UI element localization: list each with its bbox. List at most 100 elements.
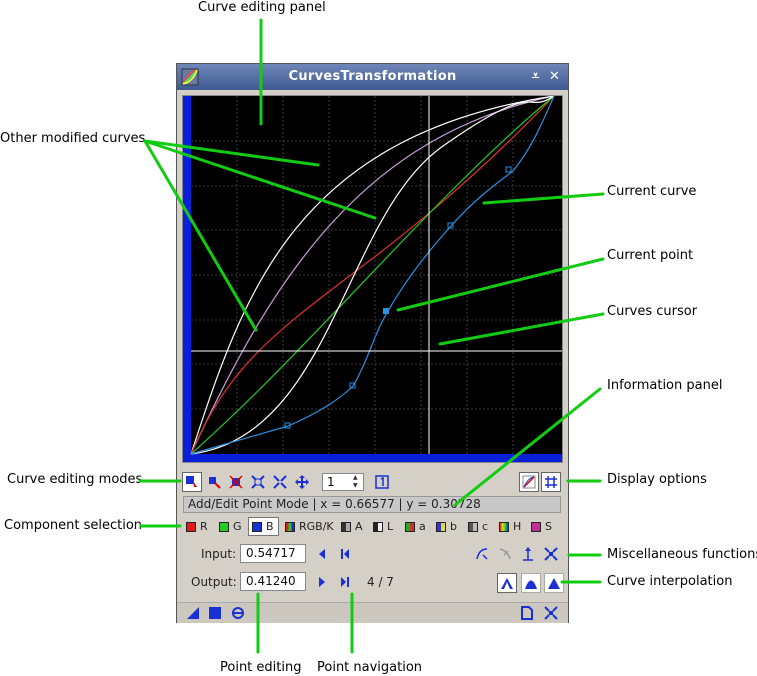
component-label: S [545,520,552,533]
annotation-current-curve: Current curve [607,184,697,199]
swatch-b-lower [436,521,446,532]
curve-point[interactable] [505,166,512,173]
show-grid-button[interactable] [541,472,561,492]
zoom-out-icon [273,475,287,489]
interpolation-cubic-button[interactable] [521,573,541,593]
reverse-curve-icon [476,548,488,560]
real-time-preview-button[interactable] [230,605,246,621]
component-l[interactable]: L [370,517,393,536]
annotation-miscellaneous-functions: Miscellaneous functions [607,547,757,562]
shade-button[interactable]: ⩡ [527,68,544,85]
grid [191,96,562,454]
next-point-button[interactable] [314,574,330,590]
invert-curve-button[interactable] [497,546,513,562]
close-button[interactable]: ✕ [546,68,563,85]
swatch-h [499,521,509,532]
input-value-field[interactable]: 0.54717 [240,544,306,563]
annotation-point-editing: Point editing [220,660,302,675]
annotation-information-panel: Information panel [607,378,723,393]
reset-curve-icon [544,547,558,561]
component-g[interactable]: G [216,517,242,536]
curves-canvas[interactable] [183,95,562,462]
first-point-button[interactable] [337,546,353,562]
component-selection: R G B RGB/K A L a b c H S [183,517,563,537]
edit-instance-button[interactable] [519,605,535,621]
swatch-g [219,521,229,532]
component-label: A [355,520,363,533]
component-s[interactable]: S [528,517,552,536]
swatch-l [373,521,383,532]
swatch-rgbk [285,521,295,532]
last-point-icon [341,577,349,587]
component-b[interactable]: B [248,517,279,536]
add-edit-point-button[interactable] [182,472,202,492]
curves-transformation-window: CurvesTransformation ⩡ ✕ 1 ▲ ▼ Add/Edit … [176,63,569,623]
annotation-curve-editing-modes: Curve editing modes [7,472,143,487]
select-point-button[interactable] [204,472,224,492]
component-r[interactable]: R [183,517,208,536]
annotation-curve-editing-panel: Curve editing panel [198,0,326,15]
output-value-field[interactable]: 0.41240 [240,572,306,591]
component-b-lower[interactable]: b [433,517,457,536]
output-label: Output: [191,575,237,589]
point-counter: 4 / 7 [367,575,394,589]
first-point-icon [341,549,349,559]
prev-point-button[interactable] [314,546,330,562]
apply-square-icon [209,607,221,619]
swatch-r [186,521,196,532]
spin-arrows-icon[interactable]: ▲ ▼ [353,474,362,490]
linear-interpolation-icon [548,578,560,589]
annotation-other-modified-curves: Other modified curves [0,131,146,146]
component-label: L [387,520,394,533]
invert-curve-icon [499,548,511,560]
zoom-spinbox[interactable]: 1 ▲ ▼ [322,473,364,491]
add-edit-point-icon [186,476,197,487]
document-icon [521,606,533,620]
annotation-component-selection: Component selection [4,518,143,533]
akima-interpolation-icon [501,578,513,589]
component-a-lower[interactable]: a [402,517,426,536]
pan-icon [295,475,309,489]
show-all-curves-button[interactable] [519,472,539,492]
swatch-a-lower [405,521,415,532]
reverse-curve-button[interactable] [474,546,490,562]
component-a[interactable]: A [338,517,363,536]
curve-toolbar: 1 ▲ ▼ [182,472,563,494]
annotation-current-point: Current point [607,248,694,263]
current-point[interactable] [383,308,389,314]
cubic-interpolation-icon [525,580,537,589]
annotation-point-navigation: Point navigation [317,660,423,675]
window-title: CurvesTransformation [288,69,457,84]
curve-points[interactable] [284,166,512,429]
swatch-a [341,521,351,532]
next-point-icon [319,577,325,587]
show-all-curves-icon [522,475,536,489]
delete-point-button[interactable] [226,472,246,492]
zoom-one-icon [375,475,389,489]
reset-button[interactable] [543,605,559,621]
title-bar[interactable]: CurvesTransformation ⩡ ✕ [177,64,568,90]
component-rgbk[interactable]: RGB/K [282,517,334,536]
zoom-out-button[interactable] [270,472,290,492]
last-point-button[interactable] [337,574,353,590]
zoom-in-icon [251,475,265,489]
interpolation-linear-button[interactable] [544,573,564,593]
swatch-c [468,521,478,532]
zoom-in-button[interactable] [248,472,268,492]
delete-point-icon [229,475,243,489]
original-curve-button[interactable] [520,546,536,562]
reset-icon [544,606,558,620]
annotation-display-options: Display options [607,472,707,487]
reset-curve-button[interactable] [543,546,559,562]
interpolation-akima-button[interactable] [497,573,517,593]
original-curve-icon [523,547,533,561]
component-c[interactable]: c [465,517,488,536]
component-h[interactable]: H [496,517,521,536]
select-point-icon [209,477,221,489]
zoom-one-button[interactable] [372,472,392,492]
component-label: c [482,520,489,533]
apply-button[interactable] [207,605,223,621]
pan-button[interactable] [292,472,312,492]
curve-editing-panel[interactable] [182,95,563,463]
new-instance-button[interactable] [185,605,201,621]
